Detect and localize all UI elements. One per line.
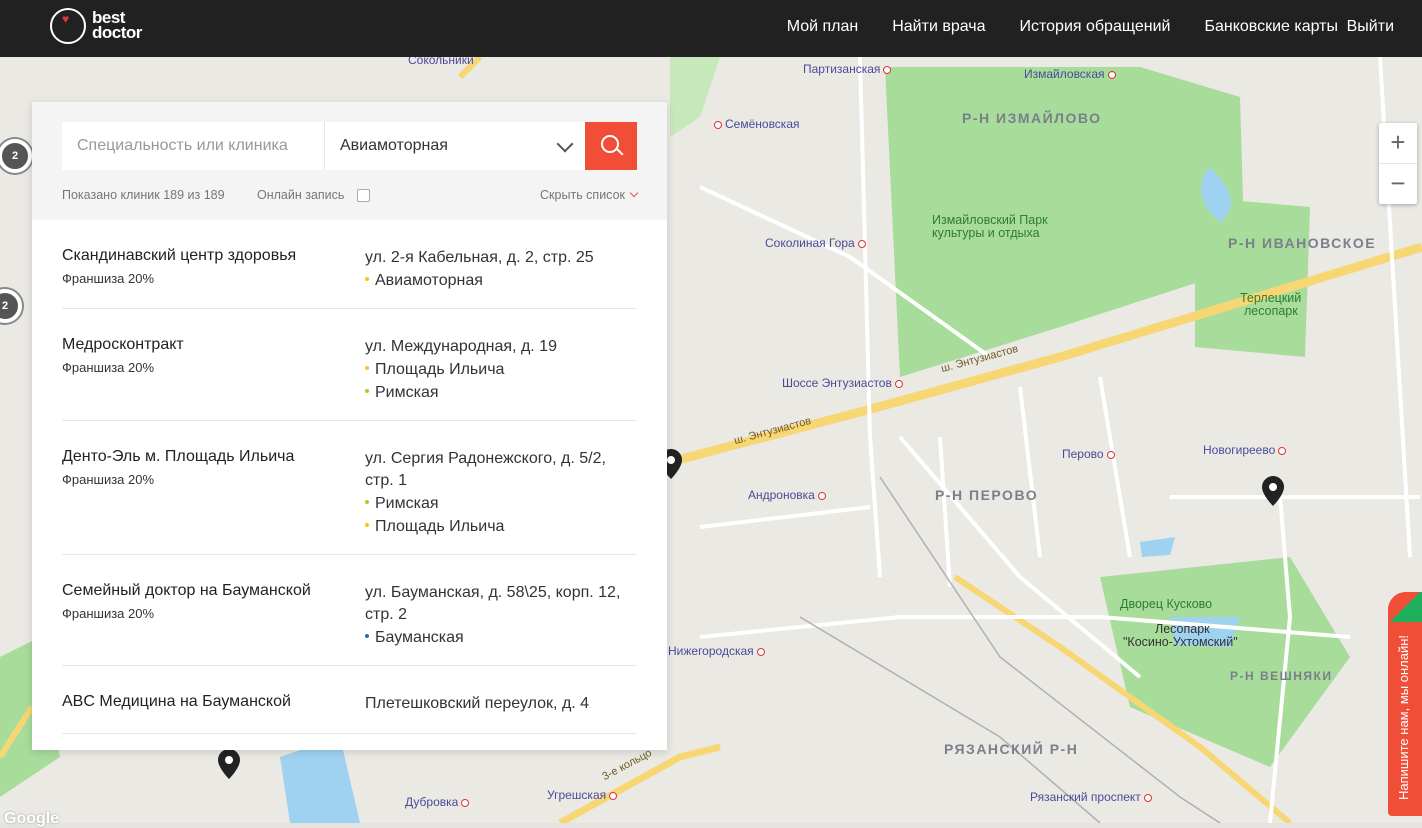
hide-list-label: Скрыть список bbox=[540, 188, 625, 202]
clinic-address-block: Плетешковский переулок, д. 4 bbox=[365, 693, 637, 715]
station-nizhegorodskaya[interactable]: Нижегородская bbox=[668, 644, 765, 658]
label-terl-2: лесопарк bbox=[1244, 304, 1298, 318]
label-kuskovo: Дворец Кусково bbox=[1120, 597, 1213, 611]
clinic-name[interactable]: Семейный доктор на Бауманской bbox=[62, 582, 352, 600]
clinic-item[interactable]: Медросконтракт Франшиза 20% ул. Междунар… bbox=[62, 309, 637, 421]
station-dubrovka[interactable]: Дубровка bbox=[405, 795, 470, 809]
label-perovo: Р-Н ПЕРОВО bbox=[935, 487, 1039, 503]
chevron-down-icon bbox=[556, 135, 574, 153]
logo-text-line2: doctor bbox=[92, 23, 142, 42]
shown-clinics-count: Показано клиник 189 из 189 bbox=[62, 188, 225, 202]
heart-icon: ♥ bbox=[62, 12, 70, 26]
station-ugreshskaya[interactable]: Угрешская bbox=[547, 788, 618, 802]
station-novogireevo[interactable]: Новогиреево bbox=[1203, 443, 1287, 457]
nav-separator: · bbox=[1280, 20, 1284, 34]
clinic-name[interactable]: Денто-Эль м. Площадь Ильича bbox=[62, 448, 352, 466]
clinic-address-block: ул. Бауманская, д. 58\25, корп. 12, стр.… bbox=[365, 582, 637, 649]
logo-text: best doctor bbox=[92, 9, 142, 42]
station-perovo[interactable]: Перово bbox=[1062, 447, 1115, 461]
logout-link[interactable]: Выйти bbox=[1347, 18, 1394, 36]
metro-line-dot bbox=[365, 276, 369, 281]
nav-history[interactable]: История обращений bbox=[1020, 18, 1171, 36]
metro-line-dot bbox=[365, 499, 369, 504]
clinic-address-block: ул. Международная, д. 19 Площадь Ильича … bbox=[365, 336, 637, 404]
station-select-value: Авиамоторная bbox=[340, 137, 448, 154]
chevron-down-icon bbox=[629, 188, 639, 198]
online-booking-label: Онлайн запись bbox=[257, 188, 345, 202]
chat-widget[interactable]: Напишите нам, мы онлайн! bbox=[1388, 592, 1422, 816]
clinic-item[interactable]: ABC Медицина на Бауманской Плетешковский… bbox=[62, 666, 637, 734]
logo[interactable]: ♥ best doctor bbox=[50, 8, 160, 48]
label-ivanovskoe: Р-Н ИВАНОВСКОЕ bbox=[1228, 235, 1377, 251]
hide-list-toggle[interactable]: Скрыть список bbox=[540, 188, 639, 202]
clinic-name[interactable]: Медросконтракт bbox=[62, 336, 352, 354]
station-izmailovskaya[interactable]: Измайловская bbox=[1024, 67, 1116, 81]
zoom-in-button[interactable]: + bbox=[1379, 123, 1417, 163]
google-logo: Google bbox=[4, 810, 60, 827]
metro-station: Бауманская bbox=[365, 626, 637, 649]
search-area: Авиамоторная Показано клиник 189 из 189 … bbox=[32, 102, 667, 220]
label-kosino-2: "Косино-Ухтомский" bbox=[1123, 635, 1238, 649]
label-izmailovo: Р-Н ИЗМАЙЛОВО bbox=[962, 110, 1102, 126]
station-sokolniki[interactable]: Сокольники bbox=[408, 57, 474, 67]
zoom-control: + − bbox=[1379, 123, 1417, 204]
clinic-address-block: ул. Сергия Радонежского, д. 5/2, стр. 1 … bbox=[365, 448, 637, 538]
clinic-address: ул. 2-я Кабельная, д. 2, стр. 25 bbox=[365, 249, 594, 266]
map-pin-icon[interactable] bbox=[1262, 476, 1284, 506]
search-icon-handle bbox=[616, 148, 624, 156]
metro-station: Авиамоторная bbox=[365, 269, 637, 292]
main-nav: Мой план Найти врача История обращений Б… bbox=[787, 18, 1338, 36]
station-semenovskaya[interactable]: Семёновская bbox=[714, 117, 800, 131]
metro-station: Площадь Ильича bbox=[365, 515, 637, 538]
metro-station: Римская bbox=[365, 381, 637, 404]
metro-station: Площадь Ильича bbox=[365, 358, 637, 381]
label-veshnyaki: Р-Н ВЕШНЯКИ bbox=[1230, 669, 1333, 683]
station-partizanskaya[interactable]: Партизанская bbox=[803, 62, 892, 76]
station-shosse-entuziastov[interactable]: Шоссе Энтузиастов bbox=[782, 376, 903, 390]
clinic-item[interactable]: Скандинавский центр здоровья Франшиза 20… bbox=[62, 220, 637, 309]
metro-line-dot bbox=[365, 365, 369, 370]
clinic-search-panel: Авиамоторная Показано клиник 189 из 189 … bbox=[32, 102, 667, 750]
nav-my-plan[interactable]: Мой план bbox=[787, 18, 859, 36]
clinic-item[interactable]: Денто-Эль м. Площадь Ильича Франшиза 20%… bbox=[62, 421, 637, 555]
chat-widget-label: Напишите нам, мы онлайн! bbox=[1396, 634, 1411, 800]
label-kosino-1: Лесопарк bbox=[1155, 622, 1210, 636]
nav-find-doctor[interactable]: Найти врача bbox=[892, 18, 985, 36]
clinic-name[interactable]: Скандинавский центр здоровья bbox=[62, 247, 352, 265]
nav-bank-cards[interactable]: Банковские карты bbox=[1204, 18, 1338, 36]
clinic-address: ул. Сергия Радонежского, д. 5/2, стр. 1 bbox=[365, 450, 606, 489]
label-terl-1: Терлецкий bbox=[1240, 291, 1302, 305]
station-ryazansky-prospekt[interactable]: Рязанский проспект bbox=[1030, 790, 1152, 804]
station-andronovka[interactable]: Андроновка bbox=[748, 488, 826, 502]
specialty-search-input[interactable] bbox=[62, 122, 324, 170]
top-navbar: ♥ best doctor Мой план Найти врача Истор… bbox=[0, 0, 1422, 57]
map-pin-icon[interactable] bbox=[218, 749, 240, 779]
clinic-address: ул. Бауманская, д. 58\25, корп. 12, стр.… bbox=[365, 584, 621, 623]
clinic-address: ул. Международная, д. 19 bbox=[365, 338, 557, 355]
search-button[interactable] bbox=[585, 122, 637, 170]
clinic-address: Плетешковский переулок, д. 4 bbox=[365, 695, 590, 712]
metro-station: Римская bbox=[365, 492, 637, 515]
clinic-item[interactable]: Семейный доктор на Бауманской Франшиза 2… bbox=[62, 555, 637, 666]
zoom-out-button[interactable]: − bbox=[1379, 163, 1417, 204]
station-sokolnaya-gora[interactable]: Соколиная Гора bbox=[765, 236, 866, 250]
label-park-izm-2: культуры и отдыха bbox=[932, 226, 1040, 240]
metro-line-dot bbox=[365, 522, 369, 527]
clinic-name[interactable]: ABC Медицина на Бауманской bbox=[62, 693, 352, 711]
label-park-izm-1: Измайловский Парк bbox=[932, 213, 1048, 227]
station-select[interactable]: Авиамоторная bbox=[324, 122, 585, 170]
online-booking-checkbox[interactable] bbox=[357, 189, 370, 202]
label-ryazansky: РЯЗАНСКИЙ Р-Н bbox=[944, 741, 1079, 757]
clinic-list: Скандинавский центр здоровья Франшиза 20… bbox=[62, 220, 637, 734]
clinic-address-block: ул. 2-я Кабельная, д. 2, стр. 25 Авиамот… bbox=[365, 247, 637, 292]
metro-line-dot bbox=[365, 388, 369, 393]
metro-line-dot bbox=[365, 633, 369, 638]
